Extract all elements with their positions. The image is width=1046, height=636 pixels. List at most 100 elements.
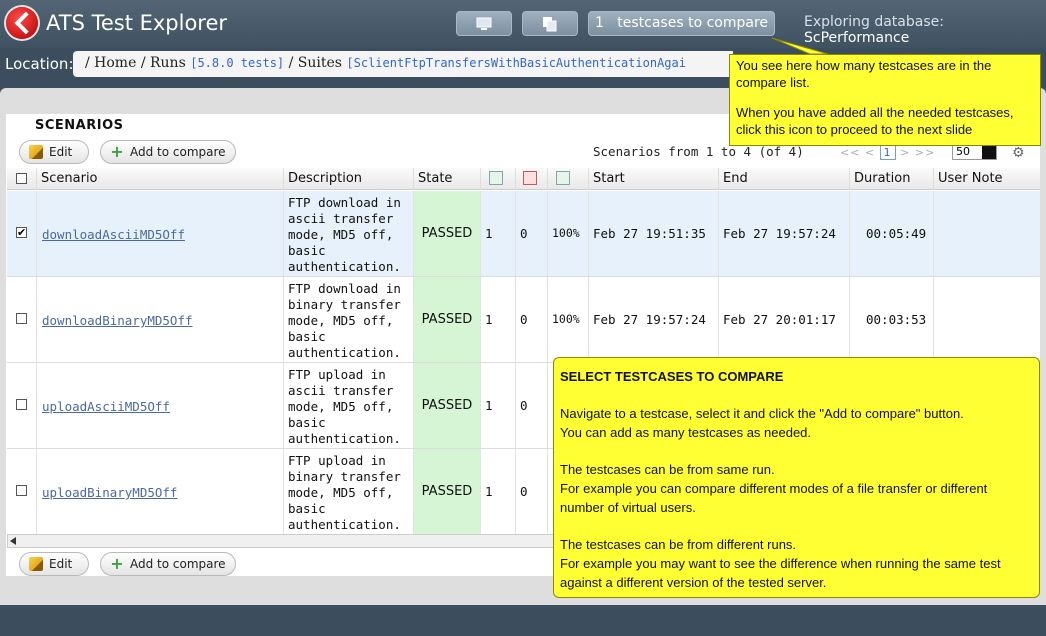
breadcrumb-suites-tag[interactable]: [SclientFtpTransfersWithBasicAuthenticat… xyxy=(346,56,686,70)
pager-last[interactable]: >> xyxy=(915,146,935,159)
scenario-duration: 00:05:49 xyxy=(849,191,933,276)
db-label: Exploring database: xyxy=(804,14,944,30)
tooltip2-p2a: The testcases can be from same run. xyxy=(560,462,775,477)
breadcrumb-runs-tag[interactable]: [5.8.0 tests] xyxy=(190,56,284,70)
add-to-compare-button-top[interactable]: + Add to compare xyxy=(100,140,236,164)
failed-tests-icon xyxy=(523,171,537,185)
database-info: Exploring database: ScPerformance xyxy=(804,14,1046,46)
col-scenario[interactable]: Scenario xyxy=(36,168,283,190)
top-bar: ATS Test Explorer 1 testcases to compare… xyxy=(0,0,1046,48)
scenario-total: 1 xyxy=(480,277,515,362)
add-label: Add to compare xyxy=(130,557,226,571)
scenario-failed: 0 xyxy=(515,191,547,276)
pager-first[interactable]: << xyxy=(840,146,860,159)
tooltip2-p1b: You can add as many testcases as needed. xyxy=(560,425,812,440)
scenario-failed: 0 xyxy=(515,449,547,534)
table-header: Scenario Description State Start End Dur… xyxy=(7,168,1040,190)
scenario-user-note[interactable] xyxy=(933,277,1040,362)
scenario-failed: 0 xyxy=(515,363,547,448)
tooltip2-p3b: For example you may want to see the diff… xyxy=(560,556,1001,590)
col-passed[interactable] xyxy=(547,168,588,190)
edit-button-bottom[interactable]: Edit xyxy=(19,552,89,576)
scenario-description: FTP download in binary transfer mode, MD… xyxy=(283,277,413,362)
row-checkbox[interactable]: ✔ xyxy=(16,227,27,238)
pager-next[interactable]: > xyxy=(900,146,910,159)
scenario-state: PASSED xyxy=(413,277,480,362)
scenario-state: PASSED xyxy=(413,363,480,448)
breadcrumb-runs[interactable]: Runs xyxy=(150,55,186,71)
pencil-icon xyxy=(29,557,43,571)
col-total[interactable] xyxy=(480,168,515,190)
gear-icon[interactable]: ⚙ xyxy=(1012,145,1025,161)
scenario-description: FTP download in ascii transfer mode, MD5… xyxy=(283,191,413,276)
scenario-name[interactable]: uploadAsciiMD5Off xyxy=(42,399,170,414)
compare-count: 1 xyxy=(594,15,604,31)
edit-label: Edit xyxy=(49,557,73,571)
add-to-compare-button-bottom[interactable]: + Add to compare xyxy=(100,552,236,576)
pager-prev[interactable]: < xyxy=(865,146,875,159)
scenario-state: PASSED xyxy=(413,191,480,276)
tooltip2-p3a: The testcases can be from different runs… xyxy=(560,537,797,552)
table-row[interactable]: downloadBinaryMD5Off FTP download in bin… xyxy=(7,277,1040,363)
col-end[interactable]: End xyxy=(718,168,849,190)
row-checkbox[interactable] xyxy=(16,399,27,410)
tooltip1-line2: When you have added all the needed testc… xyxy=(736,105,1014,137)
row-checkbox[interactable] xyxy=(16,313,27,324)
compare-list-button[interactable]: 1 testcases to compare xyxy=(588,11,775,36)
select-all-checkbox[interactable] xyxy=(16,173,27,184)
tooltip2-p2b: For example you can compare different mo… xyxy=(560,481,988,515)
copy-icon xyxy=(543,17,557,32)
tooltip2-p1a: Navigate to a testcase, select it and cl… xyxy=(560,406,964,421)
breadcrumb-home[interactable]: Home xyxy=(94,55,136,71)
app-title: ATS Test Explorer xyxy=(46,11,228,35)
scroll-left-arrow-icon[interactable] xyxy=(10,537,16,545)
plus-icon: + xyxy=(110,554,124,573)
passed-tests-icon xyxy=(556,171,570,185)
tooltip1-line1: You see here how many testcases are in t… xyxy=(736,58,992,90)
breadcrumb-suites[interactable]: Suites xyxy=(298,55,342,71)
location-label: Location: xyxy=(5,55,74,73)
computer-icon xyxy=(476,17,492,30)
scenario-end: Feb 27 20:01:17 xyxy=(718,277,849,362)
logo-icon xyxy=(6,7,38,39)
scenario-total: 1 xyxy=(480,363,515,448)
section-title: SCENARIOS xyxy=(35,118,124,133)
pencil-icon xyxy=(29,145,43,159)
scenario-user-note[interactable] xyxy=(933,191,1040,276)
pager-nav: << < 1 > >> xyxy=(840,145,935,160)
edit-label: Edit xyxy=(49,145,73,159)
compare-list-tooltip: You see here how many testcases are in t… xyxy=(729,54,1041,146)
scenario-passed-pct: 100% xyxy=(547,191,588,276)
scenario-name[interactable]: downloadBinaryMD5Off xyxy=(42,313,193,328)
plus-icon: + xyxy=(110,142,124,161)
row-checkbox[interactable] xyxy=(16,485,27,496)
col-failed[interactable] xyxy=(515,168,547,190)
col-duration[interactable]: Duration xyxy=(849,168,933,190)
col-start[interactable]: Start xyxy=(588,168,718,190)
table-row[interactable]: ✔ downloadAsciiMD5Off FTP download in as… xyxy=(7,191,1040,277)
scenario-end: Feb 27 19:57:24 xyxy=(718,191,849,276)
add-label: Add to compare xyxy=(130,145,226,159)
breadcrumb: / Home / Runs [5.8.0 tests] / Suites [Sc… xyxy=(73,51,733,77)
scenario-start: Feb 27 19:57:24 xyxy=(588,277,718,362)
scenario-name[interactable]: uploadBinaryMD5Off xyxy=(42,485,177,500)
copy-button[interactable] xyxy=(522,11,578,36)
scenario-state: PASSED xyxy=(413,449,480,534)
pager-current[interactable]: 1 xyxy=(879,145,896,160)
scenario-total: 1 xyxy=(480,191,515,276)
scenario-name[interactable]: downloadAsciiMD5Off xyxy=(42,227,185,242)
compare-label: testcases to compare xyxy=(617,15,769,31)
col-user-note[interactable]: User Note xyxy=(933,168,1040,190)
scenario-passed-pct: 100% xyxy=(547,277,588,362)
col-state[interactable]: State xyxy=(413,168,480,190)
scenario-start: Feb 27 19:51:35 xyxy=(588,191,718,276)
edit-button-top[interactable]: Edit xyxy=(19,140,89,164)
callout-pointer xyxy=(771,37,829,55)
select-testcases-tooltip: SELECT TESTCASES TO COMPARE Navigate to … xyxy=(553,357,1040,598)
scenario-duration: 00:03:53 xyxy=(849,277,933,362)
pager-info: Scenarios from 1 to 4 (of 4) xyxy=(593,144,804,159)
scenario-description: FTP upload in ascii transfer mode, MD5 o… xyxy=(283,363,413,448)
scenario-failed: 0 xyxy=(515,277,547,362)
computer-button[interactable] xyxy=(456,11,512,36)
col-description[interactable]: Description xyxy=(283,168,413,190)
